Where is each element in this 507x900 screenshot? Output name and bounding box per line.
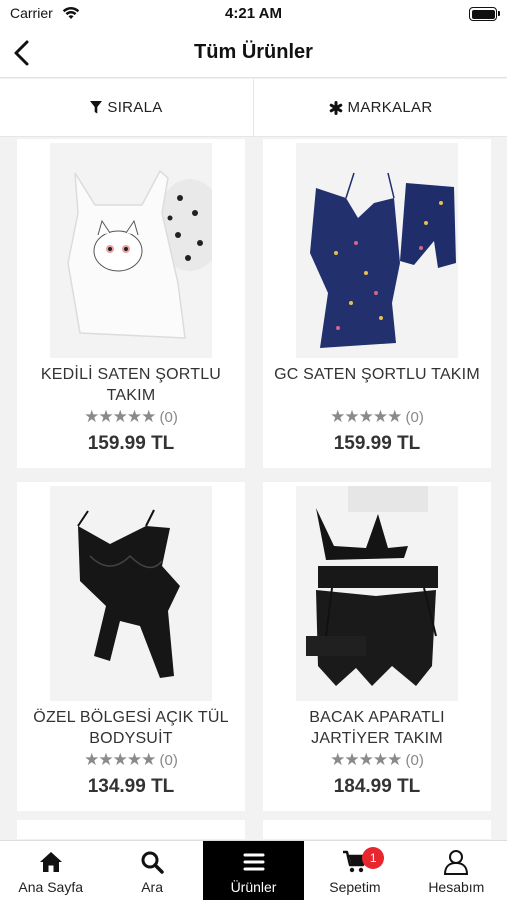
product-card[interactable] — [17, 820, 245, 839]
review-count: (0) — [159, 409, 178, 426]
user-icon — [444, 850, 469, 875]
product-card[interactable]: ÖZEL BÖLGESİ AÇIK TÜL BODYSUİT ★★★★★ (0)… — [17, 482, 245, 811]
product-price: 159.99 TL — [87, 433, 175, 454]
product-name: GC SATEN ŞORTLU TAKIM — [274, 366, 480, 383]
product-image — [50, 486, 212, 701]
tab-label: Ara — [141, 879, 163, 895]
bottom-tab-bar: Ana Sayfa Ara Ürünler Sepetim 1 Hesabım — [0, 840, 507, 900]
product-price: 159.99 TL — [333, 433, 421, 454]
tab-home[interactable]: Ana Sayfa — [0, 841, 101, 900]
product-name: BACAK APARATLI JARTİYER TAKIM — [309, 709, 445, 747]
review-count: (0) — [405, 752, 424, 769]
clock: 4:21 AM — [225, 5, 282, 22]
product-rating: ★★★★★ (0) — [17, 750, 245, 770]
rating-stars: ★★★★★ — [84, 407, 156, 426]
product-price: 184.99 TL — [333, 776, 421, 797]
status-bar: Carrier 4:21 AM — [0, 0, 507, 30]
tab-label: Ana Sayfa — [18, 879, 83, 895]
product-card[interactable]: BACAK APARATLI JARTİYER TAKIM ★★★★★ (0) … — [263, 482, 491, 811]
asterisk-icon — [329, 100, 342, 115]
tab-account[interactable]: Hesabım — [406, 841, 507, 900]
review-count: (0) — [159, 752, 178, 769]
product-name: ÖZEL BÖLGESİ AÇIK TÜL BODYSUİT — [33, 709, 229, 747]
filter-icon — [90, 101, 103, 114]
tab-cart[interactable]: Sepetim 1 — [304, 841, 405, 900]
product-card[interactable] — [263, 820, 491, 839]
sort-button[interactable]: SIRALA — [0, 79, 253, 136]
filter-toolbar: SIRALA MARKALAR — [0, 79, 507, 137]
search-icon — [141, 851, 164, 874]
rating-stars: ★★★★★ — [330, 407, 402, 426]
sort-label: SIRALA — [107, 99, 163, 116]
review-count: (0) — [405, 409, 424, 426]
rating-stars: ★★★★★ — [84, 750, 156, 769]
product-card[interactable]: KEDİLİ SATEN ŞORTLU TAKIM ★★★★★ (0) 159.… — [17, 139, 245, 468]
battery-icon — [469, 7, 500, 21]
page-title: Tüm Ürünler — [194, 41, 313, 63]
product-rating: ★★★★★ (0) — [17, 407, 245, 427]
navigation-bar: Tüm Ürünler — [0, 30, 507, 78]
tab-search[interactable]: Ara — [101, 841, 202, 900]
tab-label: Hesabım — [428, 879, 485, 895]
product-rating: ★★★★★ (0) — [263, 407, 491, 427]
tab-products[interactable]: Ürünler — [202, 841, 305, 900]
brands-button[interactable]: MARKALAR — [253, 79, 507, 136]
menu-icon — [243, 853, 265, 871]
product-image — [296, 143, 458, 358]
home-icon — [39, 852, 62, 872]
tab-label: Ürünler — [230, 879, 277, 895]
product-grid: KEDİLİ SATEN ŞORTLU TAKIM ★★★★★ (0) 159.… — [0, 139, 507, 839]
product-name: KEDİLİ SATEN ŞORTLU TAKIM — [40, 366, 222, 404]
product-image — [50, 143, 212, 358]
tab-label: Sepetim — [329, 879, 381, 895]
product-card[interactable]: GC SATEN ŞORTLU TAKIM ★★★★★ (0) 159.99 T… — [263, 139, 491, 468]
product-rating: ★★★★★ (0) — [263, 750, 491, 770]
product-image — [296, 486, 458, 701]
product-price: 134.99 TL — [87, 776, 175, 797]
cart-count-badge: 1 — [362, 847, 385, 869]
brands-label: MARKALAR — [347, 99, 433, 116]
rating-stars: ★★★★★ — [330, 750, 402, 769]
